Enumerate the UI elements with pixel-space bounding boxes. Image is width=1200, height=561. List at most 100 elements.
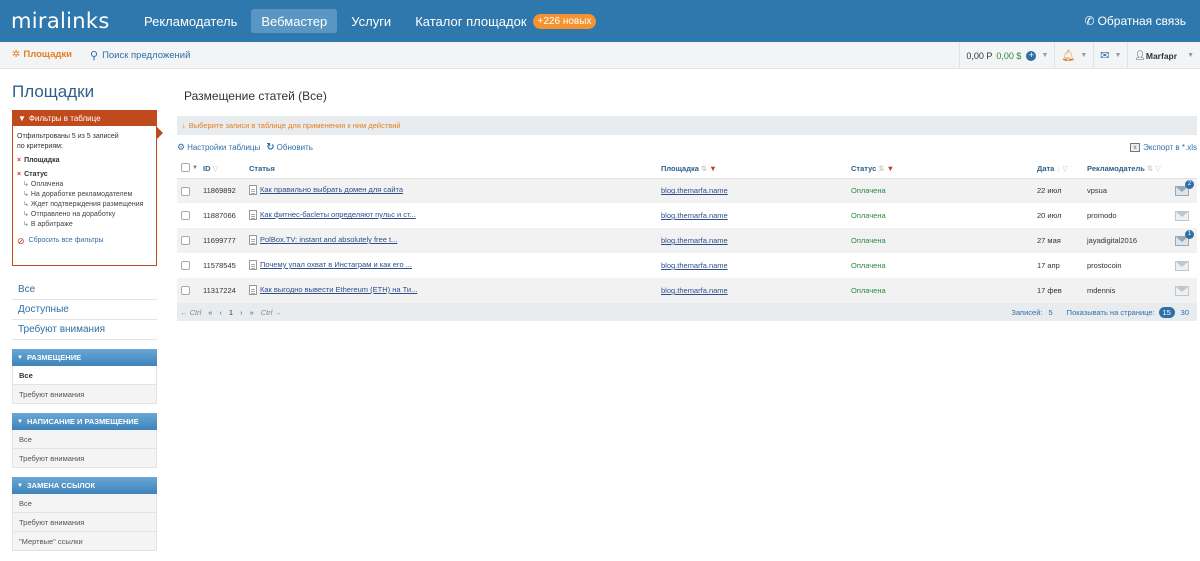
section-item-all[interactable]: Все <box>12 366 157 385</box>
search-offers-link[interactable]: ⚲ Поиск предложений <box>90 49 190 62</box>
main-content: Размещение статей (Все) ↓ Выберите запис… <box>177 82 1197 321</box>
sort-icon[interactable]: ⇅ <box>701 164 707 173</box>
section-item-all[interactable]: Все <box>12 494 157 513</box>
status-value-label: Ждет подтверждения размещения <box>30 201 144 208</box>
prev-page-button[interactable]: ‹ <box>219 308 222 317</box>
indent-icon: ↳ <box>23 191 29 198</box>
collapse-icon: ▼ <box>17 418 23 425</box>
section-header[interactable]: ▼ ЗАМЕНА ССЫЛОК <box>12 477 157 494</box>
criterion-status-label: Статус <box>24 171 48 178</box>
refresh-link[interactable]: ↻ Обновить <box>266 142 313 153</box>
quick-filter-attention[interactable]: Требуют внимания <box>12 320 157 340</box>
add-funds-icon[interactable]: + <box>1026 50 1037 61</box>
section-header[interactable]: ▼ РАЗМЕЩЕНИЕ <box>12 349 157 366</box>
sites-icon: ✲ <box>12 49 21 60</box>
status-value: ↳ На доработке рекламодателем <box>17 190 152 200</box>
reset-filters-link[interactable]: ⊘ Сбросить все фильтры <box>17 236 152 246</box>
row-checkbox[interactable] <box>181 211 190 221</box>
table-row[interactable]: 11699777 PolBox.TV: instant and absolute… <box>177 228 1197 253</box>
per-page-30[interactable]: 30 <box>1181 308 1189 317</box>
select-all-checkbox[interactable]: ▼ <box>181 163 198 173</box>
col-site[interactable]: Площадка ⇅ ▼ <box>661 160 851 179</box>
cell-id: 11887066 <box>203 211 236 220</box>
collapse-icon: ▼ <box>17 482 23 489</box>
placements-table: ▼ ID ▽ Статья Площадка ⇅ ▼ Статус ⇅ ▼ Дата ↓ ▽ … <box>177 160 1197 303</box>
article-title: Как фитнес-басleты определяют пульс и ст… <box>260 210 416 219</box>
site-link[interactable]: blog.themarfa.name <box>661 236 728 245</box>
nav-services[interactable]: Услуги <box>341 9 401 33</box>
col-status[interactable]: Статус ⇅ ▼ <box>851 160 1037 179</box>
message-envelope-icon[interactable] <box>1175 285 1189 296</box>
quick-filter-all[interactable]: Все <box>12 280 157 300</box>
section-item-attention[interactable]: Требуют внимания <box>12 513 157 532</box>
feedback-link[interactable]: ✆ Обратная связь <box>1085 14 1186 28</box>
message-envelope-icon[interactable] <box>1175 210 1189 221</box>
balance-widget[interactable]: 0,00 Р 0,00 $ + ▼ <box>959 42 1054 69</box>
chevron-down-icon[interactable]: ▼ <box>1041 52 1048 59</box>
cell-id: 11317224 <box>203 278 249 303</box>
col-date[interactable]: Дата ↓ ▽ <box>1037 160 1087 179</box>
first-page-button[interactable]: « <box>208 308 212 317</box>
filter-icon[interactable]: ▽ <box>1062 164 1068 173</box>
section-item-attention[interactable]: Требуют внимания <box>12 385 157 404</box>
sort-icon[interactable]: ⇅ <box>878 164 884 173</box>
filter-icon[interactable]: ▽ <box>1155 164 1161 173</box>
excel-icon: x <box>1130 143 1141 152</box>
col-id[interactable]: ID ▽ <box>203 160 249 179</box>
table-row[interactable]: 11887066 Как фитнес-басleты определяют п… <box>177 203 1197 228</box>
table-row[interactable]: 11317224 Как выгодно вывести Ethereum (E… <box>177 278 1197 303</box>
nav-advertiser[interactable]: Рекламодатель <box>134 9 247 33</box>
table-row[interactable]: 11869892 Как правильно выбрать домен для… <box>177 178 1197 203</box>
messages-button[interactable]: ✉ ▼ <box>1093 42 1127 69</box>
row-checkbox[interactable] <box>181 261 190 271</box>
article-link[interactable]: Как правильно выбрать домен для сайта <box>249 184 403 195</box>
next-page-button[interactable]: › <box>240 308 243 317</box>
cell-status: Оплачена <box>851 228 1037 253</box>
col-advertiser[interactable]: Рекламодатель ⇅ ▽ <box>1087 160 1175 179</box>
nav-catalog[interactable]: Каталог площадок +226 новых <box>405 9 606 33</box>
export-xls-link[interactable]: x Экспорт в *.xls <box>1130 143 1197 152</box>
filter-active-icon[interactable]: ▼ <box>709 164 716 173</box>
cell-date: 17 апр <box>1037 261 1060 270</box>
article-link[interactable]: Как выгодно вывести Ethereum (ETH) на Ти… <box>249 284 417 295</box>
row-checkbox[interactable] <box>181 236 190 246</box>
message-envelope-icon[interactable]: 1 <box>1175 229 1194 246</box>
notifications-button[interactable]: 🔔︎ ▼ <box>1054 42 1093 69</box>
section-item-all[interactable]: Все <box>12 430 157 449</box>
article-link[interactable]: PolBox.TV: instant and absolutely free t… <box>249 234 397 245</box>
message-envelope-icon[interactable] <box>1175 260 1189 271</box>
article-link[interactable]: Почему упал охват в Инстаграм и как его … <box>249 259 412 270</box>
site-link[interactable]: blog.themarfa.name <box>661 186 728 195</box>
table-settings-label: Настройки таблицы <box>187 143 261 152</box>
section-item-dead-links[interactable]: "Мертвые" ссылки <box>12 532 157 551</box>
user-menu[interactable]: 👤︎ Marfapr ▼ <box>1127 42 1200 69</box>
logo[interactable]: miralinks <box>11 9 110 33</box>
site-link[interactable]: blog.themarfa.name <box>661 261 728 270</box>
last-page-button[interactable]: » <box>250 308 254 317</box>
col-article[interactable]: Статья <box>249 160 661 179</box>
nav-webmaster[interactable]: Вебмастер <box>251 9 338 33</box>
table-row[interactable]: 11578545 Почему упал охват в Инстаграм и… <box>177 253 1197 278</box>
site-link[interactable]: blog.themarfa.name <box>661 211 728 220</box>
remove-criterion-icon[interactable]: × <box>17 156 21 166</box>
section-header[interactable]: ▼ НАПИСАНИЕ И РАЗМЕЩЕНИЕ <box>12 413 157 430</box>
sidebar: Площадки ▼ Фильтры в таблице Отфильтрова… <box>12 82 163 551</box>
row-checkbox[interactable] <box>181 286 190 296</box>
quick-filter-available[interactable]: Доступные <box>12 300 157 320</box>
per-page-15[interactable]: 15 <box>1158 306 1175 318</box>
sort-icon[interactable]: ⇅ <box>1147 164 1153 173</box>
message-envelope-icon[interactable]: 2 <box>1175 179 1194 196</box>
site-link[interactable]: blog.themarfa.name <box>661 286 728 295</box>
article-link[interactable]: Как фитнес-басleты определяют пульс и ст… <box>249 209 416 220</box>
sites-link[interactable]: ✲ Площадки <box>12 49 72 60</box>
filter-active-icon[interactable]: ▼ <box>887 164 894 173</box>
remove-criterion-icon[interactable]: × <box>17 170 21 180</box>
ctrl-right-hint: Ctrl → <box>260 307 283 317</box>
refresh-icon: ↻ <box>266 142 275 153</box>
row-checkbox[interactable] <box>181 186 190 196</box>
sort-desc-icon[interactable]: ↓ <box>1056 164 1060 173</box>
table-settings-link[interactable]: ⚙ Настройки таблицы <box>177 142 260 153</box>
records-label: Записей: <box>1011 307 1043 317</box>
filter-icon[interactable]: ▽ <box>213 164 219 173</box>
section-item-attention[interactable]: Требуют внимания <box>12 449 157 468</box>
